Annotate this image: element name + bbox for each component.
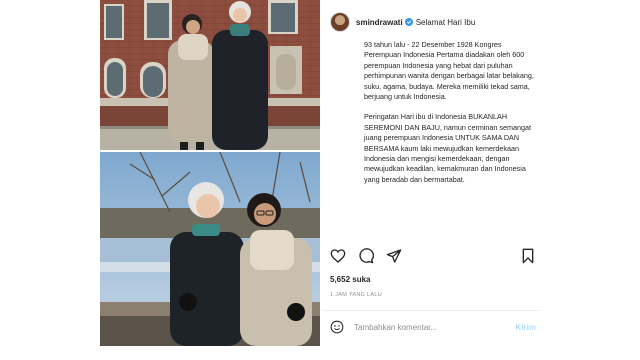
post-headline: Selamat Hari Ibu <box>415 17 476 27</box>
bookmark-icon[interactable] <box>520 248 536 264</box>
comment-bar: Kirim <box>330 318 536 336</box>
post-panel: smindrawati Selamat Hari Ibu 93 tahun la… <box>322 0 540 346</box>
comment-input[interactable] <box>354 322 494 332</box>
caption-paragraph-2: Peringatan Hari ibu di Indonesia BUKANLA… <box>364 112 531 184</box>
avatar[interactable] <box>330 12 350 32</box>
verified-badge-icon <box>404 18 413 26</box>
post-timestamp: 1 JAM YANG LALU <box>330 292 382 298</box>
caption-paragraph-1: 93 tahun lalu - 22 Desember 1928 Kongres… <box>364 40 534 102</box>
action-bar <box>330 248 536 264</box>
like-count[interactable]: 5,652 suka <box>330 275 370 284</box>
heart-icon[interactable] <box>330 248 346 264</box>
post-caption: 93 tahun lalu - 22 Desember 1928 Kongres… <box>364 40 536 195</box>
photo-bottom <box>100 152 320 346</box>
emoji-icon[interactable] <box>330 320 344 334</box>
comment-icon[interactable] <box>358 248 374 264</box>
photo-top <box>100 0 320 150</box>
post-image-collage[interactable] <box>100 0 320 346</box>
share-icon[interactable] <box>386 248 402 264</box>
post-comment-button[interactable]: Kirim <box>516 323 536 332</box>
divider <box>322 310 540 311</box>
post-header: smindrawati Selamat Hari Ibu <box>330 12 536 32</box>
username[interactable]: smindrawati <box>356 18 403 27</box>
